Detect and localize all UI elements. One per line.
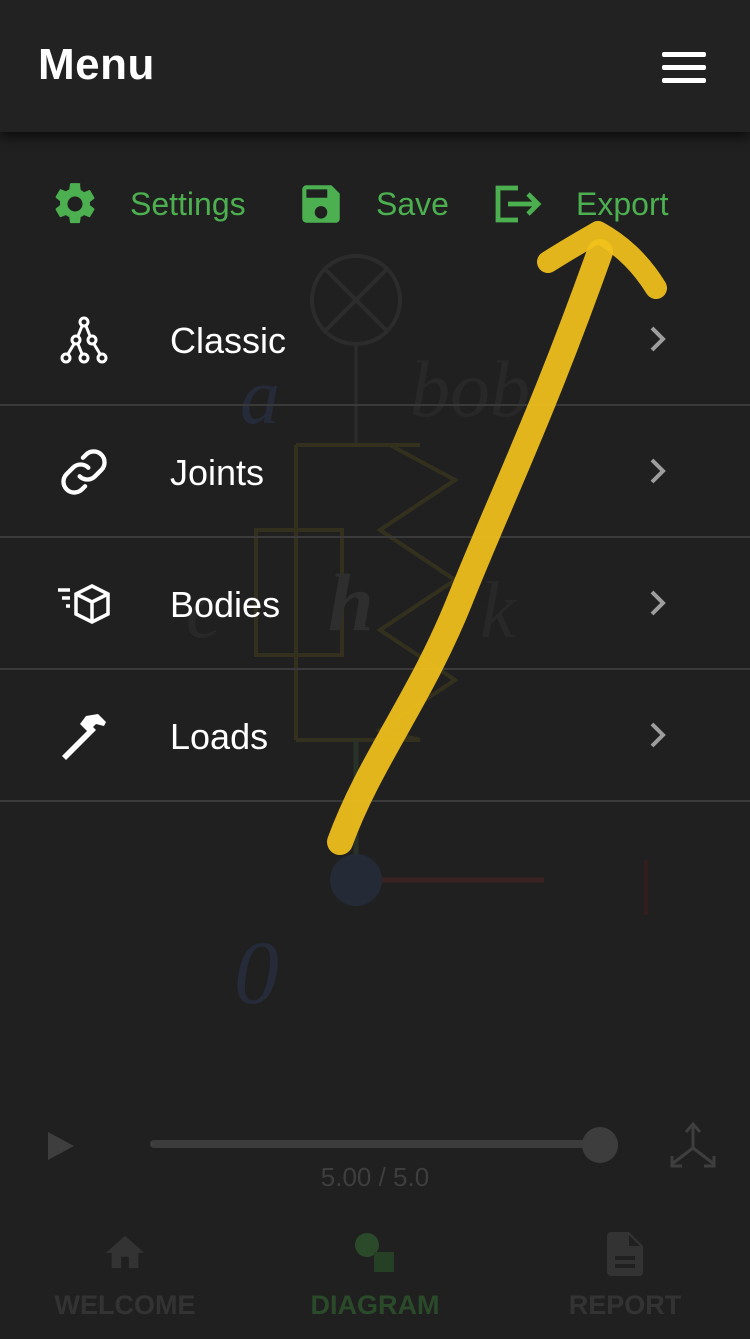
- moving-cube-icon: [54, 578, 112, 630]
- app-header: Menu: [0, 0, 750, 132]
- chevron-right-icon: [644, 588, 670, 618]
- time-slider-track[interactable]: [150, 1140, 600, 1148]
- gear-icon: [50, 179, 100, 229]
- menu-item-label: Joints: [170, 452, 265, 493]
- document-icon: [500, 1230, 750, 1276]
- tab-label: DIAGRAM: [310, 1290, 440, 1320]
- hamburger-menu-button[interactable]: [662, 52, 706, 84]
- settings-label: Settings: [130, 185, 246, 222]
- menu-item-classic[interactable]: Classic: [0, 274, 750, 406]
- menu-item-bodies[interactable]: Bodies: [0, 538, 750, 670]
- time-slider-thumb[interactable]: [582, 1127, 618, 1163]
- floppy-disk-icon: [296, 179, 346, 229]
- shapes-icon: [250, 1230, 500, 1274]
- tab-label: REPORT: [568, 1290, 682, 1320]
- hamburger-bar: [662, 52, 706, 57]
- tab-label: WELCOME: [54, 1290, 196, 1320]
- chevron-right-icon: [644, 456, 670, 486]
- link-icon: [58, 446, 110, 498]
- chevron-right-icon: [644, 720, 670, 750]
- page-title: Menu: [38, 40, 155, 89]
- tab-report[interactable]: REPORT: [500, 1226, 750, 1334]
- export-icon: [492, 179, 546, 229]
- tab-welcome[interactable]: WELCOME: [0, 1226, 250, 1334]
- export-label: Export: [576, 185, 669, 222]
- menu-item-label: Bodies: [170, 584, 281, 625]
- save-label: Save: [376, 185, 449, 222]
- menu-item-joints[interactable]: Joints: [0, 406, 750, 538]
- axes-view-icon[interactable]: [666, 1120, 720, 1172]
- menu-item-label: Classic: [170, 320, 287, 361]
- tab-diagram[interactable]: DIAGRAM: [250, 1226, 500, 1334]
- settings-button[interactable]: Settings: [50, 172, 246, 236]
- home-icon: [0, 1230, 250, 1274]
- time-readout: 5.00 / 5.0: [320, 1162, 430, 1192]
- diagram-label-origin: 0: [234, 924, 279, 1023]
- menu-item-label: Loads: [170, 716, 269, 757]
- chevron-right-icon: [644, 324, 670, 354]
- hamburger-bar: [662, 78, 706, 83]
- menu-item-loads[interactable]: Loads: [0, 670, 750, 802]
- hamburger-bar: [662, 65, 706, 70]
- tree-graph-icon: [58, 314, 110, 366]
- hammer-icon: [58, 710, 110, 762]
- save-button[interactable]: Save: [296, 172, 449, 236]
- export-button[interactable]: Export: [492, 172, 668, 236]
- play-button[interactable]: [46, 1130, 76, 1162]
